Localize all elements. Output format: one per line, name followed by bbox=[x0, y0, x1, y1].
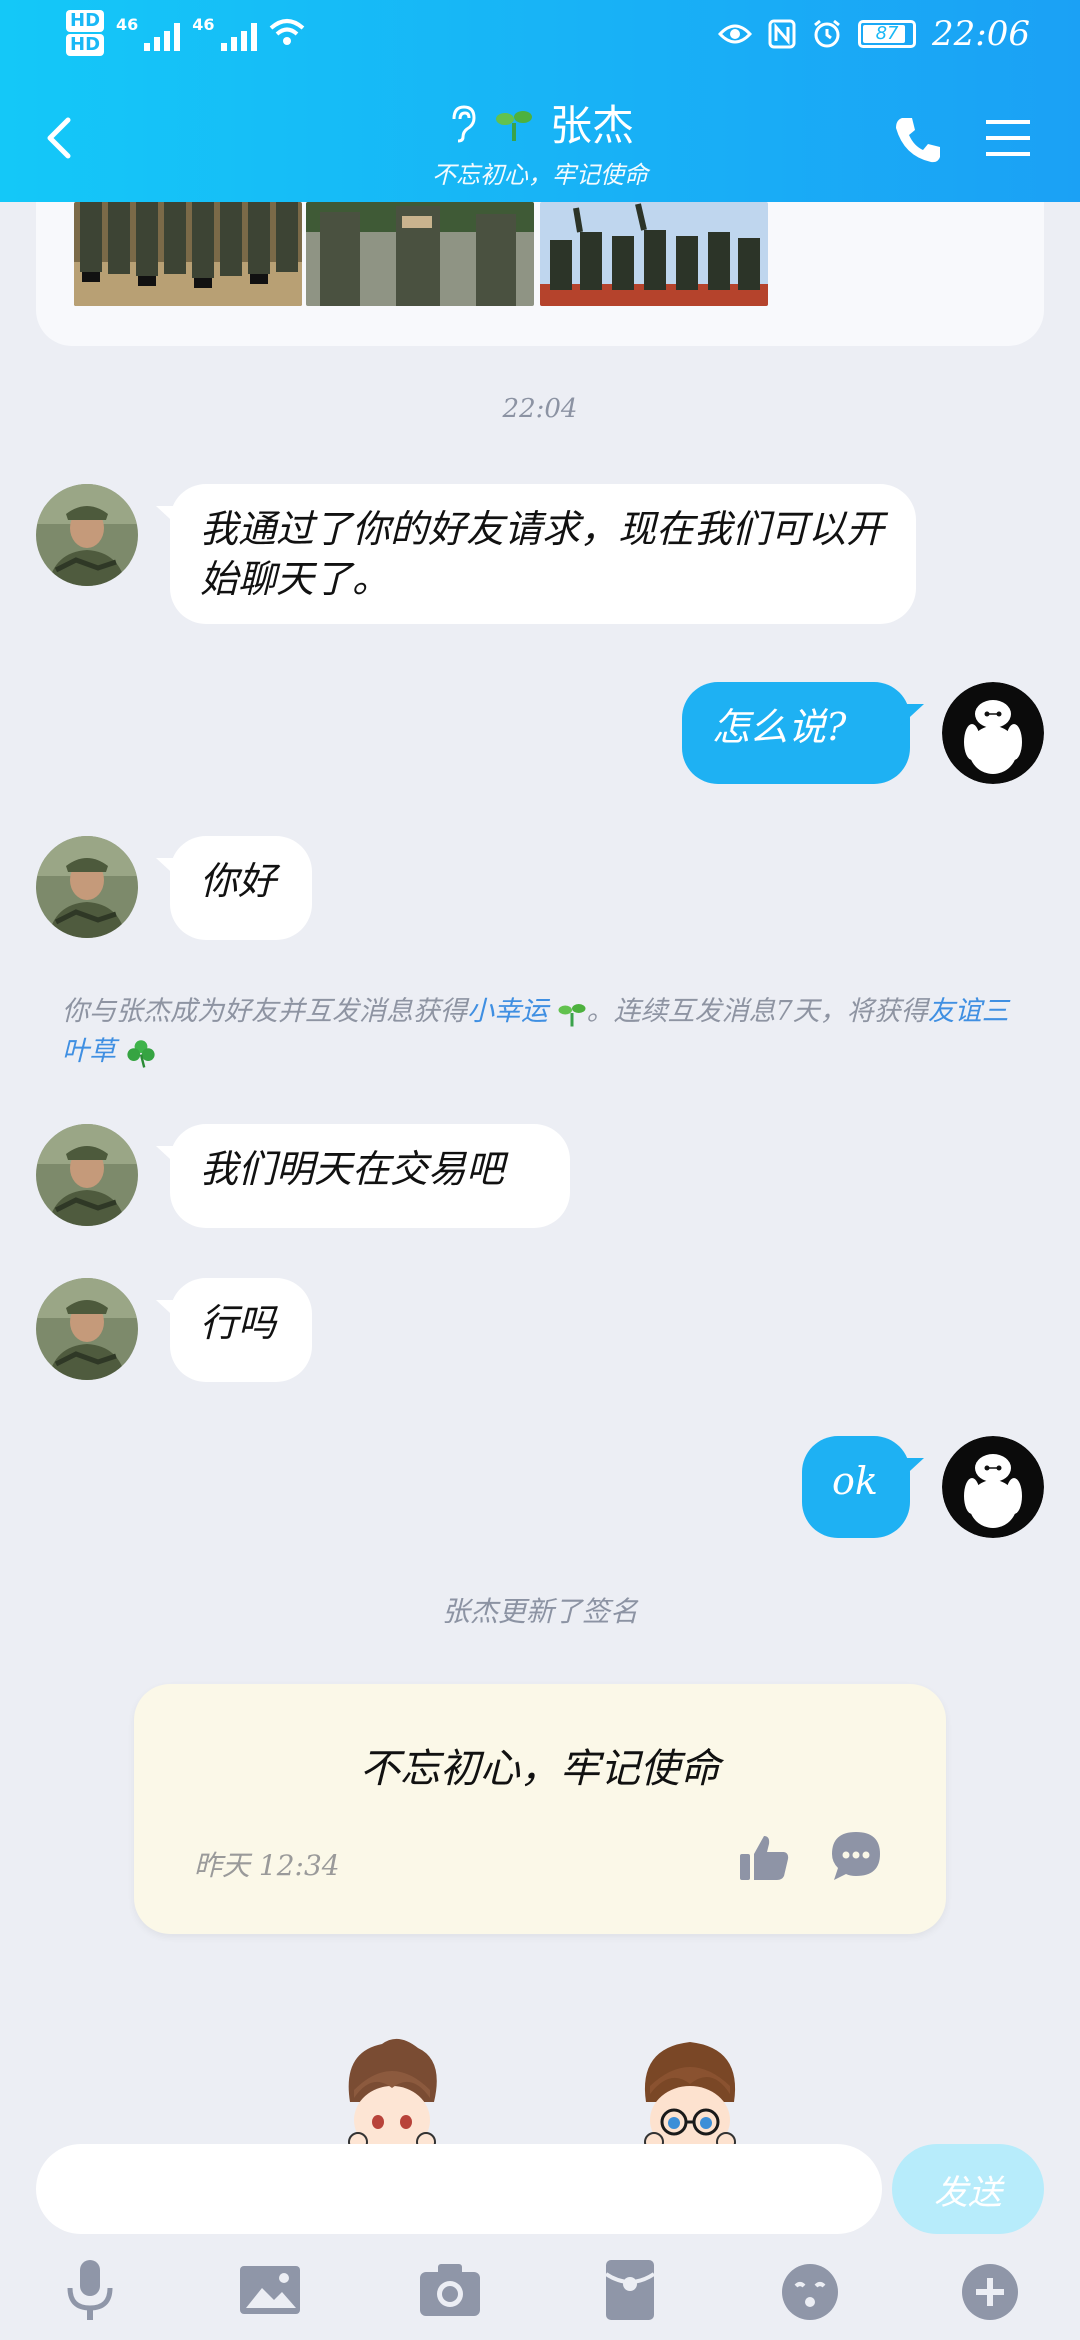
signature-card[interactable]: 不忘初心，牢记使命 昨天 12:34 bbox=[134, 1684, 946, 1934]
wifi-icon bbox=[269, 19, 304, 45]
friendship-system-notice: 你与张杰成为好友并互发消息获得小幸运 。连续互发消息7天，将获得友谊三叶草 bbox=[62, 992, 1032, 1072]
mascot-character-right bbox=[620, 2032, 760, 2144]
user-avatar[interactable] bbox=[942, 682, 1044, 784]
status-time: 22:06 bbox=[932, 14, 1030, 54]
photo-thumbnail[interactable] bbox=[306, 202, 534, 306]
notice-text: 。连续互发消息7天，将获得 bbox=[586, 996, 928, 1027]
contact-avatar[interactable] bbox=[36, 1124, 138, 1226]
mascot-character-left bbox=[322, 2032, 462, 2144]
message-input[interactable] bbox=[36, 2144, 882, 2234]
clover-icon bbox=[126, 1039, 155, 1068]
hd-badge-2: HD bbox=[66, 34, 105, 56]
notice-text: 你与张杰成为好友并互发消息获得 bbox=[62, 996, 467, 1027]
eye-icon bbox=[718, 24, 753, 44]
contact-avatar[interactable] bbox=[36, 836, 138, 938]
incoming-message-bubble[interactable]: 你好 bbox=[170, 836, 312, 940]
comment-icon[interactable] bbox=[828, 1828, 884, 1884]
signal-indicators: HD HD 46 46 bbox=[66, 10, 305, 56]
signature-update-notice: 张杰更新了签名 bbox=[441, 1595, 638, 1628]
sprout-icon bbox=[495, 110, 532, 141]
status-right: 87 22:06 bbox=[718, 14, 1030, 54]
image-icon[interactable] bbox=[234, 2254, 306, 2326]
menu-icon[interactable] bbox=[984, 114, 1032, 162]
photo-thumbnail[interactable] bbox=[540, 202, 768, 306]
emoji-icon[interactable] bbox=[774, 2254, 846, 2326]
photo-thumbnail[interactable] bbox=[74, 202, 302, 306]
chat-header: HD HD 46 46 87 22:06 张杰 不忘初心，牢记使命 bbox=[0, 0, 1080, 202]
timestamp: 22:04 bbox=[502, 394, 578, 424]
contact-avatar[interactable] bbox=[36, 484, 138, 586]
signal-2-icon: 46 bbox=[192, 15, 257, 51]
outgoing-message-bubble[interactable]: ok bbox=[802, 1436, 910, 1538]
phone-icon[interactable] bbox=[888, 110, 948, 170]
plus-icon[interactable] bbox=[954, 2254, 1026, 2326]
microphone-icon[interactable] bbox=[54, 2254, 126, 2326]
outgoing-message-bubble[interactable]: 怎么说? bbox=[682, 682, 910, 784]
nfc-icon bbox=[768, 19, 796, 49]
signal-1-icon: 46 bbox=[116, 15, 181, 51]
message-input-row: 发送 bbox=[0, 2144, 1080, 2234]
camera-icon[interactable] bbox=[414, 2254, 486, 2326]
incoming-message-bubble[interactable]: 我们明天在交易吧 bbox=[170, 1124, 570, 1228]
hd-badge-1: HD bbox=[66, 10, 105, 32]
battery-level: 87 bbox=[875, 23, 899, 44]
contact-name: 张杰 bbox=[549, 101, 634, 150]
signature-card-date: 昨天 12:34 bbox=[194, 1849, 340, 1882]
signature-card-text: 不忘初心，牢记使命 bbox=[360, 1746, 720, 1792]
battery-icon: 87 bbox=[858, 20, 917, 48]
lucky-link[interactable]: 小幸运 bbox=[467, 996, 548, 1027]
incoming-message-bubble[interactable]: 我通过了你的好友请求，现在我们可以开始聊天了。 bbox=[170, 484, 916, 624]
send-button[interactable]: 发送 bbox=[892, 2144, 1044, 2234]
sprout-icon bbox=[558, 1003, 586, 1026]
status-bar: HD HD 46 46 87 22:06 bbox=[0, 0, 1080, 76]
input-toolbar bbox=[0, 2250, 1080, 2340]
contact-avatar[interactable] bbox=[36, 1278, 138, 1380]
incoming-message-bubble[interactable]: 行吗 bbox=[170, 1278, 312, 1382]
user-avatar[interactable] bbox=[942, 1436, 1044, 1538]
thumbs-up-icon[interactable] bbox=[736, 1830, 792, 1886]
alarm-icon bbox=[814, 19, 840, 48]
hd-badges: HD HD bbox=[66, 10, 105, 56]
red-packet-icon[interactable] bbox=[594, 2254, 666, 2326]
ear-icon bbox=[452, 104, 476, 142]
